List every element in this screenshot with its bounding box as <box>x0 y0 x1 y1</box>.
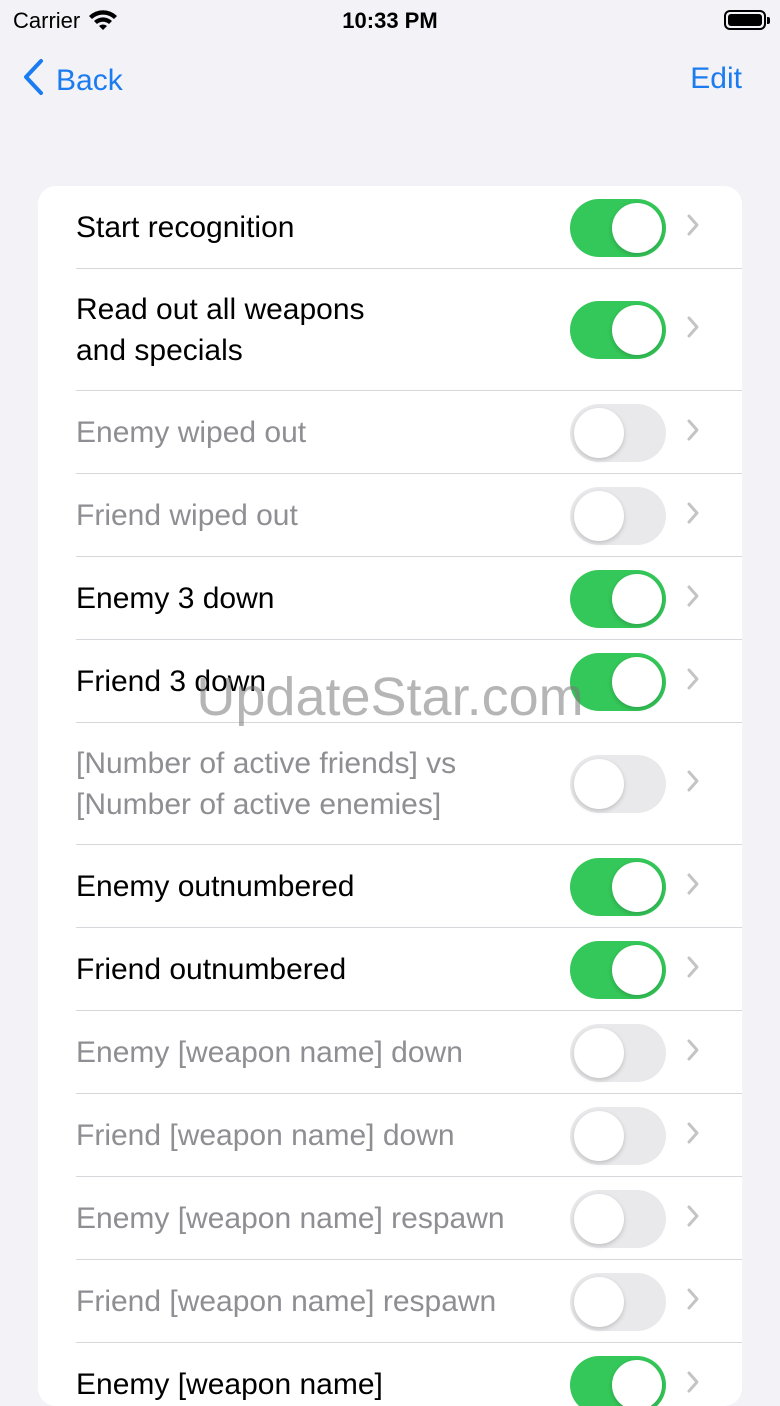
chevron-right-icon[interactable] <box>682 768 704 800</box>
toggle-switch[interactable] <box>570 1356 666 1406</box>
status-bar: Carrier 10:33 PM <box>0 0 780 40</box>
list-item-label: Enemy wiped out <box>76 412 570 453</box>
list-item[interactable]: Friend [weapon name] down <box>38 1094 742 1177</box>
battery-icon <box>724 10 766 30</box>
toggle-switch[interactable] <box>570 1024 666 1082</box>
list-item[interactable]: [Number of active friends] vs [Number of… <box>38 723 742 845</box>
settings-list: Start recognition Read out all weapons an… <box>38 186 742 1406</box>
toggle-knob <box>574 491 624 541</box>
toggle-switch[interactable] <box>570 570 666 628</box>
chevron-right-icon[interactable] <box>682 500 704 532</box>
chevron-left-icon <box>22 58 44 104</box>
toggle-knob <box>612 657 662 707</box>
list-item[interactable]: Enemy wiped out <box>38 391 742 474</box>
list-item-label: Enemy [weapon name] <box>76 1364 570 1405</box>
back-label: Back <box>56 64 123 98</box>
toggle-switch[interactable] <box>570 1273 666 1331</box>
list-item[interactable]: Friend [weapon name] respawn <box>38 1260 742 1343</box>
toggle-knob <box>574 408 624 458</box>
chevron-right-icon[interactable] <box>682 583 704 615</box>
chevron-right-icon[interactable] <box>682 212 704 244</box>
chevron-right-icon[interactable] <box>682 417 704 449</box>
toggle-switch[interactable] <box>570 941 666 999</box>
list-item-label: Read out all weapons and specials <box>76 289 570 371</box>
list-item[interactable]: Friend 3 down <box>38 640 742 723</box>
navigation-bar: Back Edit <box>0 50 780 110</box>
list-item[interactable]: Friend wiped out <box>38 474 742 557</box>
list-item-label: [Number of active friends] vs [Number of… <box>76 743 570 825</box>
toggle-switch[interactable] <box>570 1190 666 1248</box>
list-item-label: Enemy [weapon name] respawn <box>76 1198 570 1239</box>
toggle-switch[interactable] <box>570 199 666 257</box>
list-item[interactable]: Friend outnumbered <box>38 928 742 1011</box>
list-item[interactable]: Enemy [weapon name] respawn <box>38 1177 742 1260</box>
toggle-knob <box>574 1277 624 1327</box>
chevron-right-icon[interactable] <box>682 1369 704 1401</box>
chevron-right-icon[interactable] <box>682 314 704 346</box>
toggle-knob <box>574 1028 624 1078</box>
toggle-switch[interactable] <box>570 301 666 359</box>
list-item-label: Friend [weapon name] respawn <box>76 1281 570 1322</box>
toggle-switch[interactable] <box>570 1107 666 1165</box>
list-item-label: Friend 3 down <box>76 661 570 702</box>
toggle-knob <box>612 945 662 995</box>
toggle-knob <box>612 574 662 624</box>
chevron-right-icon[interactable] <box>682 1286 704 1318</box>
list-item[interactable]: Read out all weapons and specials <box>38 269 742 391</box>
toggle-switch[interactable] <box>570 755 666 813</box>
list-item[interactable]: Enemy [weapon name] down <box>38 1011 742 1094</box>
chevron-right-icon[interactable] <box>682 1203 704 1235</box>
toggle-knob <box>612 1360 662 1406</box>
list-item-label: Friend [weapon name] down <box>76 1115 570 1156</box>
list-item-label: Enemy [weapon name] down <box>76 1032 570 1073</box>
list-item-label: Friend wiped out <box>76 495 570 536</box>
list-item-label: Enemy outnumbered <box>76 866 570 907</box>
toggle-knob <box>574 759 624 809</box>
toggle-switch[interactable] <box>570 404 666 462</box>
list-item[interactable]: Enemy outnumbered <box>38 845 742 928</box>
toggle-knob <box>612 862 662 912</box>
chevron-right-icon[interactable] <box>682 871 704 903</box>
toggle-switch[interactable] <box>570 653 666 711</box>
toggle-knob <box>612 203 662 253</box>
list-item[interactable]: Enemy [weapon name] <box>38 1343 742 1406</box>
chevron-right-icon[interactable] <box>682 1120 704 1152</box>
list-item[interactable]: Enemy 3 down <box>38 557 742 640</box>
toggle-knob <box>574 1194 624 1244</box>
toggle-switch[interactable] <box>570 858 666 916</box>
clock: 10:33 PM <box>0 8 780 34</box>
edit-button[interactable]: Edit <box>690 62 742 96</box>
chevron-right-icon[interactable] <box>682 666 704 698</box>
toggle-knob <box>574 1111 624 1161</box>
list-item[interactable]: Start recognition <box>38 186 742 269</box>
list-item-label: Start recognition <box>76 207 570 248</box>
toggle-knob <box>612 305 662 355</box>
back-button[interactable]: Back <box>22 58 123 104</box>
list-item-label: Friend outnumbered <box>76 949 570 990</box>
chevron-right-icon[interactable] <box>682 954 704 986</box>
toggle-switch[interactable] <box>570 487 666 545</box>
chevron-right-icon[interactable] <box>682 1037 704 1069</box>
list-item-label: Enemy 3 down <box>76 578 570 619</box>
